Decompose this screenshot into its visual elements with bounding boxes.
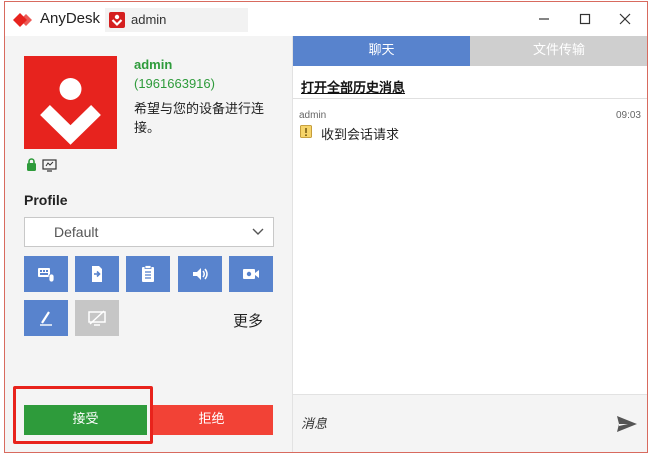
profile-selected-value: Default [54, 224, 99, 240]
profile-dropdown[interactable]: Default [24, 217, 274, 247]
draw-button[interactable] [24, 300, 68, 336]
status-icons [26, 157, 66, 172]
lock-icon [27, 158, 36, 171]
record-session-button[interactable] [229, 256, 273, 292]
title-bar: AnyDesk admin [5, 2, 647, 36]
keyboard-mouse-icon [38, 268, 55, 283]
monitor-icon [42, 159, 57, 172]
user-name: admin [134, 57, 173, 72]
message-text: 收到会话请求 [321, 128, 400, 143]
minimize-icon[interactable] [533, 9, 555, 31]
open-history-link[interactable]: 打开全部历史消息 [301, 77, 405, 96]
avatar [24, 56, 117, 149]
app-title: AnyDesk [40, 10, 101, 27]
chat-divider [293, 98, 647, 99]
draw-icon [40, 311, 52, 326]
message-sender: admin [299, 110, 327, 121]
anydesk-window: AnyDesk admin admin (1961663916) 希望与您的设备… [4, 1, 648, 453]
close-icon[interactable] [614, 9, 636, 31]
anydesk-small-icon [109, 12, 125, 28]
session-request-icon [300, 125, 312, 138]
tab-chat[interactable]: 聊天 [293, 36, 470, 66]
clipboard-icon [142, 265, 154, 282]
user-id: (1961663916) [134, 76, 215, 91]
anydesk-logo-icon [13, 13, 32, 27]
chat-panel: 聊天 文件传输 打开全部历史消息 admin 09:03 收到会话请求 [292, 36, 647, 452]
address-field[interactable]: admin [105, 8, 248, 32]
profile-label: Profile [24, 192, 68, 208]
request-message: 希望与您的设备进行连接。 [134, 102, 265, 136]
clipboard-button[interactable] [126, 256, 170, 292]
reject-button[interactable]: 拒绝 [150, 405, 273, 435]
message-input-area [293, 394, 647, 452]
record-session-icon [243, 269, 259, 279]
address-text: admin [131, 12, 167, 27]
audio-button[interactable] [178, 256, 222, 292]
more-button[interactable]: 更多 [233, 310, 263, 331]
screen-privacy-button[interactable] [75, 300, 119, 336]
screen-privacy-icon [88, 310, 106, 326]
chevron-down-icon [252, 228, 264, 235]
accept-highlight-frame [13, 386, 153, 444]
file-transfer-button[interactable] [75, 256, 119, 292]
maximize-icon[interactable] [574, 9, 596, 31]
send-icon[interactable] [616, 415, 638, 433]
message-time: 09:03 [615, 110, 641, 121]
keyboard-mouse-button[interactable] [24, 256, 68, 292]
tab-file-transfer[interactable]: 文件传输 [470, 36, 647, 66]
message-input[interactable] [301, 409, 601, 439]
audio-icon [193, 268, 208, 280]
session-request-panel: admin (1961663916) 希望与您的设备进行连接。 Profile … [5, 36, 292, 452]
file-transfer-icon [92, 266, 102, 282]
